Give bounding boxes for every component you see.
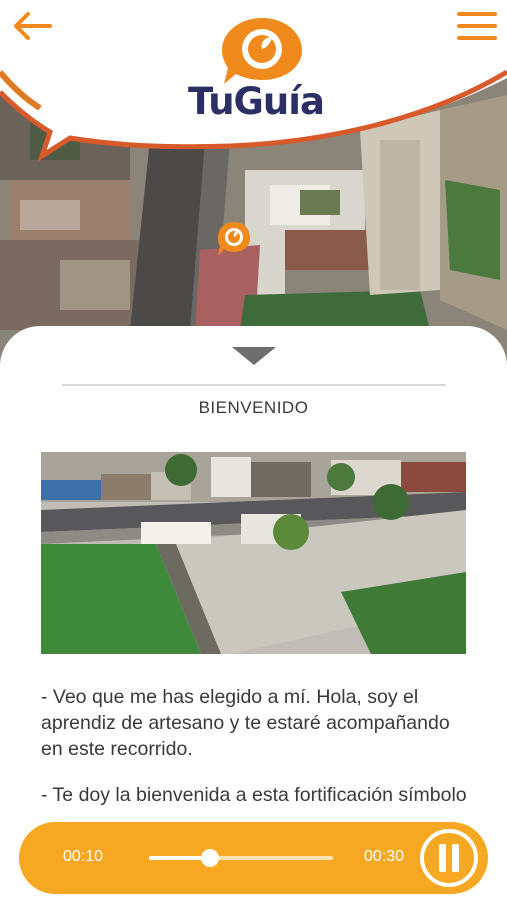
location-pin-icon[interactable] [216, 220, 252, 260]
place-photo [41, 452, 466, 654]
story-paragraph: - Te doy la bienvenida a esta fortificac… [41, 784, 467, 806]
hamburger-menu-icon[interactable] [455, 8, 499, 46]
pause-icon[interactable] [419, 828, 479, 888]
app-header: TuGuía [0, 0, 507, 170]
triangle-down-icon[interactable] [231, 345, 277, 367]
story-paragraph: - Veo que me has elegido a mí. Hola, soy… [41, 686, 450, 760]
total-time: 00:30 [364, 848, 405, 865]
tuguia-logo-mark [222, 18, 302, 84]
story-text: - Veo que me has elegido a mí. Hola, soy… [41, 684, 471, 808]
progress-slider[interactable] [149, 849, 333, 867]
progress-knob[interactable] [201, 849, 220, 867]
section-title: BIENVENIDO [198, 398, 309, 417]
divider [62, 384, 446, 386]
current-time: 00:10 [63, 848, 104, 865]
arrow-left-icon[interactable] [8, 6, 56, 46]
audio-player: 00:10 00:30 [19, 822, 488, 894]
app-logo-text: TuGuía [188, 80, 325, 123]
